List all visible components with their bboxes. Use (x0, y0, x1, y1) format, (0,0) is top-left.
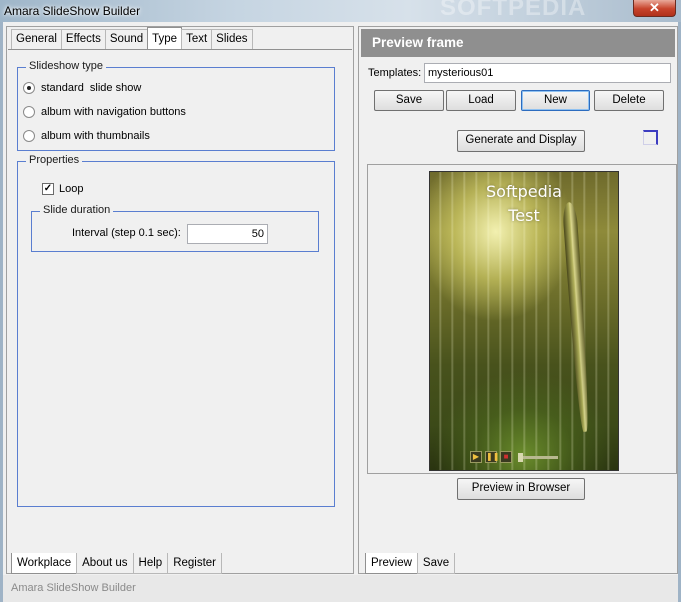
loop-label: Loop (59, 183, 84, 195)
bottom-right-tabs: Preview Save (365, 553, 456, 574)
radio-icon[interactable] (23, 130, 35, 142)
window-title: Amara SlideShow Builder (4, 4, 141, 18)
settings-panel: General Effects Sound Type Text Slides S… (6, 26, 354, 574)
templates-input[interactable]: mysterious01 (424, 63, 671, 83)
tab-type[interactable]: Type (147, 27, 183, 49)
status-bar: Amara SlideShow Builder (3, 575, 678, 602)
preview-area: Softpedia Test ▶ ❚❚ ■ (367, 164, 677, 474)
radio-label: album with navigation buttons (41, 106, 186, 118)
settings-tabs: General Effects Sound Type Text Slides (11, 27, 253, 49)
tab-preview[interactable]: Preview (365, 553, 418, 574)
preview-in-browser-button[interactable]: Preview in Browser (457, 478, 585, 500)
app-window: General Effects Sound Type Text Slides S… (0, 22, 681, 602)
slideshow-type-legend: Slideshow type (26, 60, 106, 72)
properties-group: Properties ✓ Loop Slide duration Interva… (17, 154, 335, 507)
stop-icon[interactable]: ■ (500, 451, 512, 463)
properties-legend: Properties (26, 154, 83, 166)
slide-caption: Softpedia Test (430, 180, 618, 228)
tab-general[interactable]: General (11, 29, 62, 49)
preview-panel: Preview frame Templates: mysterious01 Sa… (358, 26, 678, 574)
tab-effects[interactable]: Effects (60, 29, 106, 49)
tab-workplace[interactable]: Workplace (11, 553, 78, 574)
watermark: SOFTPEDIA (440, 0, 587, 21)
radio-label: standard slide show (41, 82, 142, 94)
loop-checkbox[interactable]: ✓ Loop (42, 183, 83, 195)
delete-button[interactable]: Delete (594, 90, 664, 111)
slide-caption-line-2: Test (508, 206, 540, 225)
seek-slider[interactable] (518, 452, 558, 462)
tab-sound[interactable]: Sound (104, 29, 149, 49)
tab-text[interactable]: Text (181, 29, 213, 49)
new-button[interactable]: New (521, 90, 590, 111)
window-icon[interactable] (643, 130, 658, 145)
play-icon[interactable]: ▶ (470, 451, 482, 463)
radio-icon[interactable] (23, 106, 35, 118)
slideshow-controls: ▶ ❚❚ ■ (470, 450, 558, 464)
templates-label: Templates: (368, 67, 422, 79)
tab-register[interactable]: Register (167, 553, 223, 574)
radio-icon[interactable] (23, 82, 35, 94)
checkbox-icon[interactable]: ✓ (42, 183, 54, 195)
radio-standard-slideshow[interactable]: standard slide show (23, 80, 141, 96)
tab-help[interactable]: Help (132, 553, 169, 574)
slide-caption-line-1: Softpedia (486, 182, 562, 201)
interval-label: Interval (step 0.1 sec): (72, 227, 181, 239)
tab-save[interactable]: Save (416, 553, 456, 574)
bottom-left-tabs: Workplace About us Help Register (11, 553, 223, 574)
slide-preview-image: Softpedia Test ▶ ❚❚ ■ (429, 171, 619, 471)
tab-slides[interactable]: Slides (211, 29, 253, 49)
interval-input[interactable]: 50 (187, 224, 268, 244)
tab-about-us[interactable]: About us (76, 553, 134, 574)
pause-icon[interactable]: ❚❚ (485, 451, 499, 463)
type-tab-content: Slideshow type standard slide show album… (8, 49, 352, 573)
close-button[interactable]: ✕ (633, 0, 676, 17)
slide-duration-group: Slide duration Interval (step 0.1 sec): … (31, 204, 319, 252)
preview-frame-header: Preview frame (361, 29, 675, 57)
tower-shape (561, 201, 593, 433)
radio-label: album with thumbnails (41, 130, 150, 142)
slideshow-type-group: Slideshow type standard slide show album… (17, 60, 335, 151)
radio-album-thumbnails[interactable]: album with thumbnails (23, 128, 150, 144)
load-button[interactable]: Load (446, 90, 516, 111)
title-bar: SOFTPEDIA Amara SlideShow Builder ✕ (0, 0, 681, 22)
slide-duration-legend: Slide duration (40, 204, 114, 216)
save-button[interactable]: Save (374, 90, 444, 111)
radio-album-navigation[interactable]: album with navigation buttons (23, 104, 186, 120)
generate-display-button[interactable]: Generate and Display (457, 130, 585, 152)
